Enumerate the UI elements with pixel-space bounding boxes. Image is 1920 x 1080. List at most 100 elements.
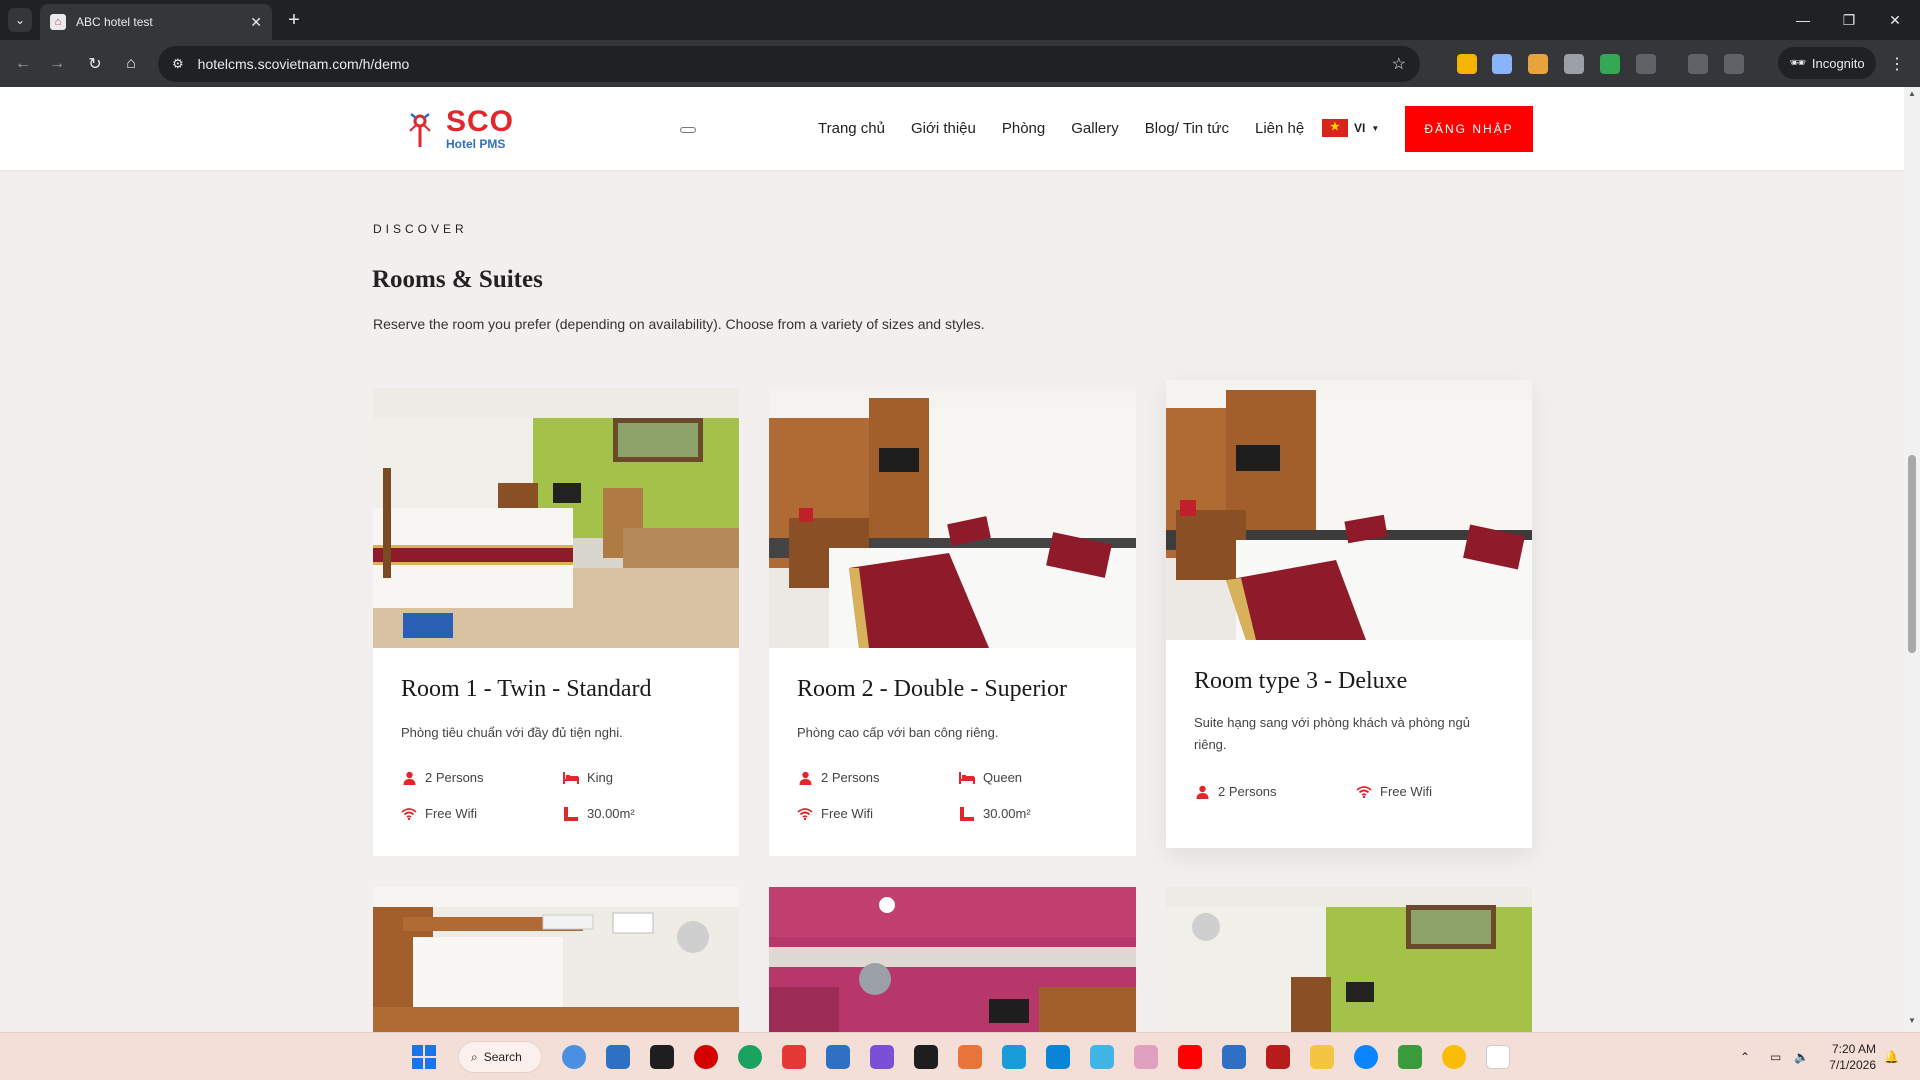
chrome-icon[interactable] [1442,1045,1466,1069]
extension-icon[interactable] [1528,54,1548,74]
camera-extension-icon[interactable] [1564,54,1584,74]
minimize-icon[interactable]: — [1780,0,1826,40]
room-card[interactable] [1166,887,1532,1032]
restore-icon[interactable]: ❐ [1826,0,1872,40]
room-description: Phòng tiêu chuẩn với đầy đủ tiện nghi. [401,725,623,740]
room-name[interactable]: Room type 3 - Deluxe [1194,668,1407,695]
network-icon[interactable]: ▭ [1770,1033,1781,1080]
logo-mark-icon [409,113,431,147]
extensions-puzzle-icon[interactable] [1636,54,1656,74]
new-tab-button[interactable]: + [282,8,306,32]
bed-text: Queen [983,770,1023,785]
vietnam-flag-icon [1322,119,1348,137]
claude-icon[interactable] [958,1045,982,1069]
edge-icon[interactable] [738,1045,762,1069]
reading-mode-icon[interactable] [1688,54,1708,74]
room-photo[interactable] [373,887,739,1032]
extension-icon[interactable] [1492,54,1512,74]
mail-icon[interactable] [1090,1045,1114,1069]
vscode-icon[interactable] [1046,1045,1070,1069]
room-feature-bed: Queen [959,770,1022,785]
forward-icon[interactable]: → [44,51,70,77]
file-explorer-icon[interactable] [1310,1045,1334,1069]
incognito-badge[interactable]: 🕶 Incognito [1778,47,1876,79]
nav-item-gallery[interactable]: Gallery [1071,120,1119,137]
main-nav: Trang chủ Giới thiệu Phòng Gallery Blog/… [818,87,1304,170]
room-feature-bed: King [563,770,613,785]
app-icon[interactable] [1486,1045,1510,1069]
login-button[interactable]: ĐĂNG NHẬP [1405,106,1533,152]
app-icon[interactable] [782,1045,806,1069]
scroll-down-icon[interactable]: ▼ [1904,1016,1920,1030]
browser-menu-icon[interactable]: ⋮ [1884,51,1910,77]
click-app-icon[interactable] [562,1045,586,1069]
onedrive-icon[interactable] [1222,1045,1246,1069]
tray-chevron-icon[interactable]: ⌃ [1740,1033,1750,1080]
slack-icon[interactable] [1134,1045,1158,1069]
volume-icon[interactable]: 🔈 [1794,1033,1809,1080]
filezilla-icon[interactable] [1266,1045,1290,1069]
room-photo[interactable] [1166,887,1532,1032]
window-close-icon[interactable]: ✕ [1872,0,1918,40]
nav-item-blog[interactable]: Blog/ Tin tức [1145,120,1229,137]
scrollbar-thumb[interactable] [1908,455,1916,653]
persons-text: 2 Persons [1218,784,1277,799]
section-eyebrow: DISCOVER [373,222,468,236]
notifications-icon[interactable]: 🔔 [1884,1033,1899,1080]
tab-search-menu-icon[interactable]: ⌄ [8,8,32,32]
room-photo[interactable] [373,388,739,648]
room-name[interactable]: Room 2 - Double - Superior [797,676,1067,703]
youtube-icon[interactable] [1178,1045,1202,1069]
nav-item-rooms[interactable]: Phòng [1002,120,1045,137]
page-scrollbar[interactable]: ▲ ▼ [1904,87,1920,1032]
home-icon[interactable]: ⌂ [118,51,144,77]
room-card[interactable] [769,887,1136,1032]
zalo-icon[interactable] [1354,1045,1378,1069]
room-card[interactable]: Room 1 - Twin - Standard Phòng tiêu chuẩ… [373,388,739,856]
incognito-mini-icon[interactable] [1724,54,1744,74]
scroll-up-icon[interactable]: ▲ [1904,89,1920,103]
clock-time: 7:20 AM [1831,1042,1876,1056]
record-icon[interactable] [694,1045,718,1069]
sticky-notes-icon[interactable] [650,1045,674,1069]
room-feature-wifi: Free Wifi [401,806,477,821]
room-card[interactable] [373,887,739,1032]
zalo-icon[interactable] [826,1045,850,1069]
tab-close-icon[interactable]: ✕ [250,14,262,31]
bed-icon [563,771,579,785]
taskbar-clock[interactable]: 7:20 AM 7/1/2026 [1816,1041,1876,1073]
room-photo[interactable] [769,388,1136,648]
back-icon[interactable]: ← [10,51,36,77]
taskbar-search[interactable]: ⌕ Search [458,1041,542,1073]
reload-icon[interactable]: ↻ [82,51,108,77]
incognito-icon: 🕶 [1789,55,1806,70]
nav-item-about[interactable]: Giới thiệu [911,120,976,137]
room-card[interactable]: Room 2 - Double - Superior Phòng cao cấp… [769,388,1136,856]
app-icon[interactable] [914,1045,938,1069]
browser-tab-bar: ⌄ ⌂ ABC hotel test ✕ + — ❐ ✕ [0,0,1920,40]
app-icon[interactable] [1398,1045,1422,1069]
extension-icon[interactable] [1600,54,1620,74]
browser-tab-active[interactable]: ⌂ ABC hotel test ✕ [40,4,272,40]
app-icon[interactable] [1002,1045,1026,1069]
address-bar[interactable]: ⚙ hotelcms.scovietnam.com/h/demo ☆ [158,46,1420,82]
site-logo[interactable]: SCO Hotel PMS [404,105,524,153]
nav-item-home[interactable]: Trang chủ [818,120,885,137]
menu-toggle-icon[interactable] [680,127,696,133]
person-icon [797,771,813,785]
outlook-icon[interactable] [606,1045,630,1069]
persons-text: 2 Persons [821,770,880,785]
language-switcher[interactable]: VI ▼ [1322,119,1379,137]
bookmark-star-icon[interactable]: ☆ [1392,54,1406,74]
room-card[interactable]: Room type 3 - Deluxe Suite hạng sang với… [1166,380,1532,848]
snipping-tool-icon[interactable] [870,1045,894,1069]
extension-icon[interactable] [1457,54,1477,74]
windows-start-icon[interactable] [412,1045,436,1069]
room-photo[interactable] [1166,380,1532,640]
room-photo[interactable] [769,887,1136,1032]
area-ruler-icon [959,806,975,821]
site-info-icon[interactable]: ⚙ [172,56,184,72]
area-ruler-icon [563,806,579,821]
nav-item-contact[interactable]: Liên hệ [1255,120,1304,137]
room-name[interactable]: Room 1 - Twin - Standard [401,676,652,703]
